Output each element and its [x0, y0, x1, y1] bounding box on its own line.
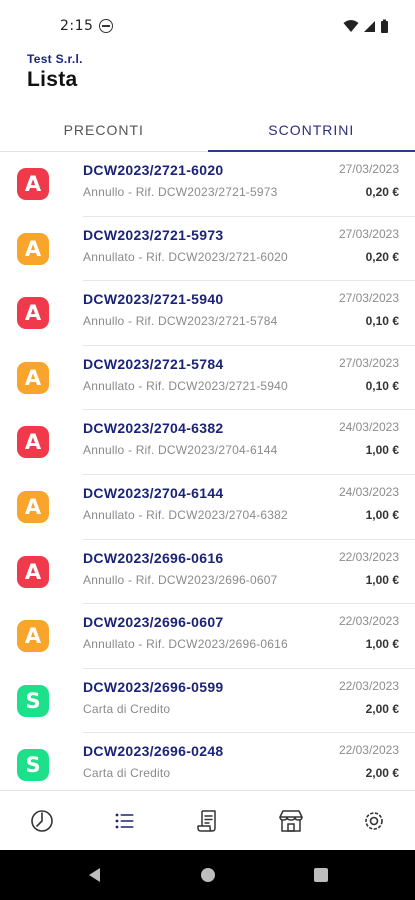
receipt-description: Annullo - Rif. DCW2023/2721-5973	[83, 185, 278, 199]
tab-preconti[interactable]: PRECONTI	[0, 108, 208, 151]
receipt-row[interactable]: A DCW2023/2721-5940 Annullo - Rif. DCW2023…	[0, 281, 415, 346]
receipt-row[interactable]: A DCW2023/2721-5973 Annullato - Rif. DCW20…	[0, 217, 415, 282]
receipt-icon	[196, 809, 216, 832]
receipt-type-badge: A	[17, 426, 49, 459]
status-bar: 2:15	[0, 0, 415, 52]
receipt-description: Carta di Credito	[83, 701, 171, 716]
signal-icon	[364, 20, 375, 32]
receipt-date: 27/03/2023	[338, 226, 399, 241]
receipt-description: Annullato - Rif. DCW2023/2721-6020	[83, 249, 288, 264]
receipt-row[interactable]: S DCW2023/2696-0248 Carta di Credito 22/03/…	[0, 733, 415, 790]
receipt-type-badge: A	[17, 361, 49, 394]
receipt-date: 24/03/2023	[338, 420, 399, 435]
receipt-amount: 0,10 €	[365, 314, 399, 329]
receipt-date: 27/03/2023	[338, 355, 399, 370]
store-icon	[278, 809, 303, 832]
receipt-date: 22/03/2023	[338, 743, 399, 758]
receipt-type-badge: A	[17, 168, 49, 200]
status-icons	[343, 19, 389, 33]
receipt-amount: 0,20 €	[365, 249, 399, 264]
do-not-disturb-icon	[99, 19, 114, 33]
receipt-row[interactable]: A DCW2023/2721-5784 Annullato - Rif. DCW20…	[0, 346, 415, 411]
nav-receipts[interactable]	[166, 791, 249, 850]
receipt-type-badge: A	[17, 620, 49, 653]
home-icon[interactable]	[199, 866, 217, 884]
system-nav-bar	[0, 850, 415, 900]
battery-icon	[381, 19, 388, 33]
receipt-row[interactable]: A DCW2023/2704-6382 Annullo - Rif. DCW2023…	[0, 410, 415, 475]
receipt-code: DCW2023/2721-6020	[83, 162, 224, 178]
receipt-row[interactable]: A DCW2023/2696-0607 Annullato - Rif. DCW20…	[0, 604, 415, 669]
receipt-type-badge: A	[17, 232, 49, 265]
app-header: Test S.r.l. Lista	[0, 52, 415, 104]
wifi-icon	[343, 20, 359, 32]
nav-list[interactable]	[83, 791, 166, 850]
receipt-type-badge: A	[17, 297, 49, 330]
receipt-list[interactable]: A DCW2023/2721-6020 Annullo - Rif. DCW2023…	[0, 152, 415, 790]
receipt-code: DCW2023/2721-5784	[83, 355, 224, 372]
receipt-description: Annullo - Rif. DCW2023/2721-5784	[83, 314, 278, 329]
receipt-amount: 2,00 €	[365, 766, 399, 781]
status-time: 2:15	[60, 18, 94, 34]
receipt-date: 22/03/2023	[338, 678, 399, 693]
receipt-code: DCW2023/2721-5940	[83, 291, 224, 308]
receipt-date: 22/03/2023	[338, 549, 399, 564]
receipt-code: DCW2023/2704-6382	[83, 420, 224, 437]
receipt-amount: 1,00 €	[365, 572, 399, 587]
tab-bar: PRECONTI SCONTRINI	[0, 108, 415, 152]
receipt-code: DCW2023/2696-0248	[83, 743, 224, 760]
nav-store[interactable]	[249, 791, 332, 850]
receipt-type-badge: A	[17, 490, 49, 523]
receipt-date: 27/03/2023	[338, 291, 399, 306]
company-name: Test S.r.l.	[27, 52, 83, 66]
settings-icon	[364, 811, 383, 830]
receipt-description: Annullo - Rif. DCW2023/2704-6144	[83, 443, 278, 458]
receipt-amount: 1,00 €	[365, 637, 399, 652]
dashboard-clock-icon	[30, 809, 53, 832]
receipt-code: DCW2023/2696-0599	[83, 678, 224, 695]
receipt-date: 27/03/2023	[338, 162, 399, 176]
receipt-code: DCW2023/2696-0616	[83, 549, 224, 566]
receipt-amount: 0,10 €	[365, 378, 399, 393]
page-title: Lista	[27, 68, 78, 91]
tab-scontrini[interactable]: SCONTRINI	[207, 108, 415, 152]
receipt-type-badge: S	[17, 684, 49, 717]
receipt-description: Annullato - Rif. DCW2023/2721-5940	[83, 378, 288, 393]
receipt-description: Carta di Credito	[83, 766, 171, 781]
list-icon	[115, 813, 133, 828]
receipt-row[interactable]: A DCW2023/2721-6020 Annullo - Rif. DCW2023…	[0, 152, 415, 217]
receipt-row[interactable]: S DCW2023/2696-0599 Carta di Credito 22/03/…	[0, 669, 415, 734]
receipt-date: 22/03/2023	[338, 614, 399, 629]
receipt-date: 24/03/2023	[338, 484, 399, 499]
receipt-row[interactable]: A DCW2023/2696-0616 Annullo - Rif. DCW2023…	[0, 540, 415, 605]
receipt-amount: 2,00 €	[365, 701, 399, 716]
receipt-type-badge: A	[17, 555, 49, 588]
nav-dashboard[interactable]	[0, 791, 83, 850]
bottom-nav	[0, 790, 415, 850]
back-icon[interactable]	[86, 866, 104, 884]
receipt-amount: 1,00 €	[365, 507, 399, 522]
receipt-description: Annullato - Rif. DCW2023/2696-0616	[83, 637, 288, 652]
receipt-row[interactable]: A DCW2023/2704-6144 Annullato - Rif. DCW20…	[0, 475, 415, 540]
recents-icon[interactable]	[312, 866, 330, 884]
receipt-code: DCW2023/2704-6144	[83, 484, 224, 501]
receipt-amount: 0,20 €	[365, 185, 399, 199]
nav-settings[interactable]	[332, 791, 415, 850]
receipt-type-badge: S	[17, 749, 49, 782]
receipt-description: Annullo - Rif. DCW2023/2696-0607	[83, 572, 278, 587]
receipt-amount: 1,00 €	[365, 443, 399, 458]
receipt-description: Annullato - Rif. DCW2023/2704-6382	[83, 507, 288, 522]
receipt-code: DCW2023/2696-0607	[83, 614, 224, 631]
receipt-code: DCW2023/2721-5973	[83, 226, 224, 243]
